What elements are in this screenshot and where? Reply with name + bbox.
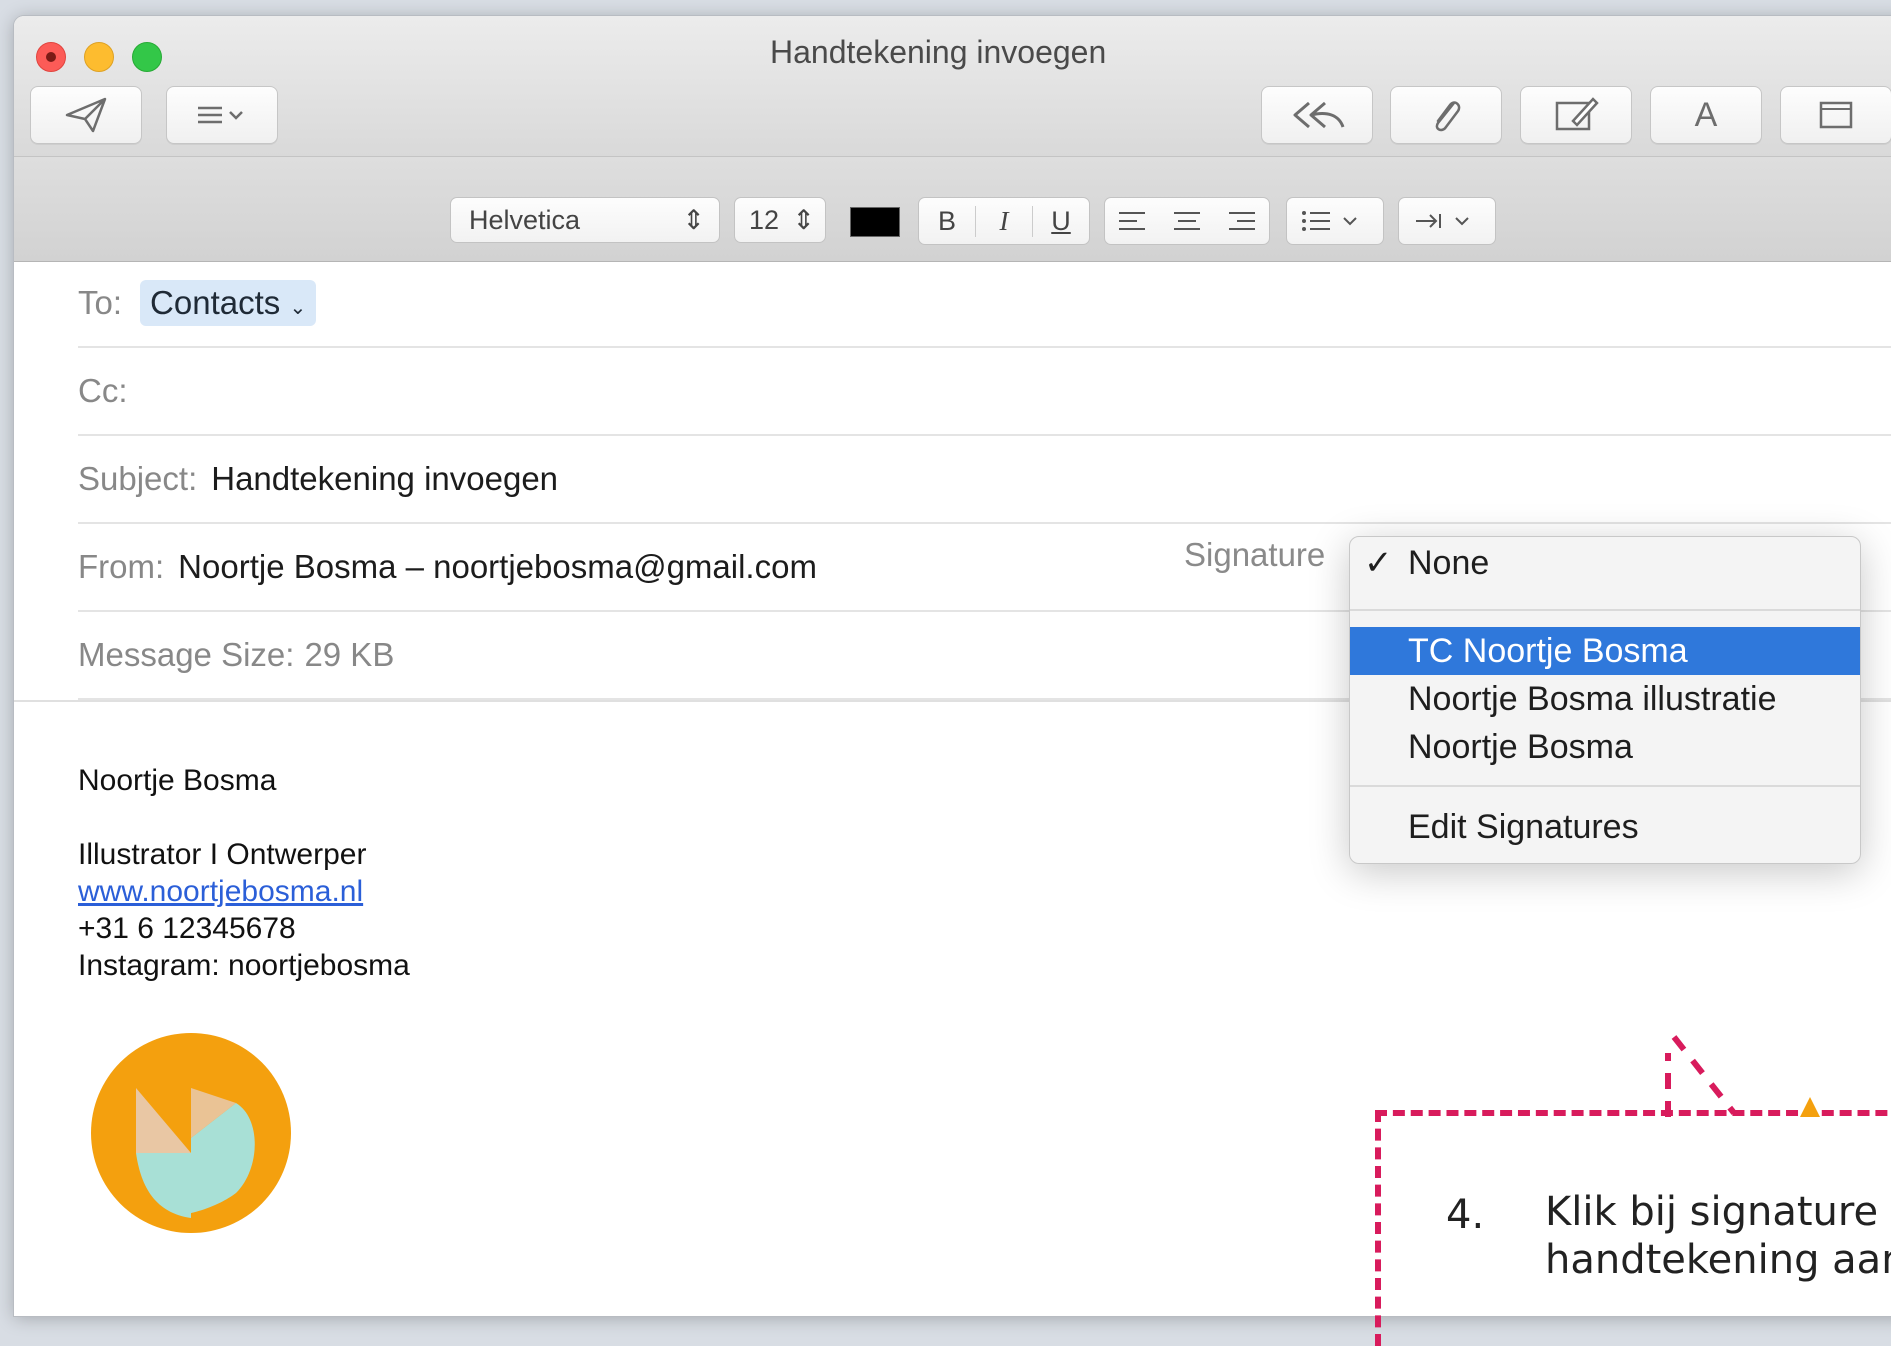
reply-all-button[interactable] — [1261, 86, 1373, 144]
signature-name: Noortje Bosma — [78, 764, 277, 797]
signature-option-label: None — [1408, 544, 1490, 582]
signature-label: Signature — [1184, 536, 1326, 573]
photo-browser-button[interactable] — [1780, 86, 1891, 144]
subject-label: Subject: — [78, 460, 198, 497]
step-number: 4. — [1446, 1192, 1485, 1238]
zoom-window-button[interactable] — [132, 42, 162, 72]
cc-label: Cc: — [78, 372, 128, 409]
menu-separator — [1350, 609, 1860, 611]
list-style-button[interactable] — [1286, 197, 1384, 245]
bulleted-list-chevron-icon — [1302, 211, 1357, 231]
window-title: Handtekening invoegen — [770, 34, 1107, 70]
signature-option-none[interactable]: ✓ None — [1350, 539, 1860, 587]
list-chevron-icon — [198, 106, 243, 124]
markup-button[interactable] — [1520, 86, 1632, 144]
subject-field[interactable]: Subject: Handtekening invoegen — [78, 436, 1891, 524]
alignment-group — [1104, 197, 1270, 245]
font-size-value: 12 — [749, 204, 780, 235]
font-family-select[interactable]: Helvetica ⇕ — [450, 197, 720, 243]
menu-separator — [1350, 785, 1860, 787]
signature-option-label: Edit Signatures — [1408, 808, 1639, 846]
from-value: Noortje Bosma – noortjebosma@gmail.com — [178, 548, 817, 585]
to-field[interactable]: To: Contacts ⌄ — [78, 260, 1891, 348]
cc-field[interactable]: Cc: — [78, 348, 1891, 436]
browser-window-icon — [1819, 101, 1853, 129]
font-size-select[interactable]: 12 ⇕ — [734, 197, 826, 243]
signature-role: Illustrator I Ontwerper — [78, 838, 367, 871]
close-window-button[interactable] — [36, 42, 66, 72]
indent-chevron-icon — [1416, 214, 1469, 228]
message-size-label: Message Size: — [78, 636, 295, 673]
font-letter-icon: A — [1694, 95, 1718, 134]
subject-value: Handtekening invoegen — [211, 460, 559, 497]
align-center-icon[interactable] — [1172, 209, 1202, 233]
markup-icon — [1555, 97, 1599, 131]
from-label: From: — [78, 548, 165, 585]
edit-signatures-option[interactable]: Edit Signatures — [1350, 803, 1860, 851]
message-size-value: 29 KB — [304, 636, 395, 673]
chevron-down-icon: ⌄ — [289, 297, 307, 319]
step-instruction: Klik bij signature o handtekening aan — [1545, 1189, 1891, 1283]
format-fonts-button[interactable]: A — [1650, 86, 1762, 144]
indent-button[interactable] — [1398, 197, 1496, 245]
bold-button[interactable]: B — [919, 206, 975, 237]
signature-option-label: Noortje Bosma — [1408, 728, 1633, 766]
logo-image — [91, 1033, 291, 1233]
signature-option-noortje-bosma[interactable]: Noortje Bosma — [1350, 723, 1860, 771]
title-bar: Handtekening invoegen A — [14, 16, 1891, 156]
italic-button[interactable]: I — [975, 205, 1033, 237]
callout-pointer — [1665, 1035, 1820, 1117]
recipient-name: Contacts — [150, 284, 281, 321]
signature-phone: +31 6 12345678 — [78, 912, 296, 945]
signature-website-link[interactable]: www.noortjebosma.nl — [78, 875, 363, 909]
signature-option-label: Noortje Bosma illustratie — [1408, 680, 1777, 718]
signature-option-illustratie[interactable]: Noortje Bosma illustratie — [1350, 675, 1860, 723]
reply-all-icon — [1293, 101, 1345, 129]
stepper-arrows-icon: ⇕ — [682, 204, 705, 235]
signature-instagram: Instagram: noortjebosma — [78, 949, 410, 982]
close-dot-icon — [46, 52, 56, 62]
signature-option-tc-noortje-bosma[interactable]: TC Noortje Bosma — [1350, 627, 1860, 675]
text-style-group: B I U — [918, 197, 1090, 245]
send-button[interactable] — [30, 86, 142, 144]
text-color-swatch[interactable] — [850, 207, 900, 237]
underline-button[interactable]: U — [1033, 206, 1089, 237]
paperclip-icon — [1435, 101, 1461, 132]
checkmark-icon: ✓ — [1364, 544, 1393, 582]
header-fields-button[interactable] — [166, 86, 278, 144]
format-bar: Helvetica ⇕ 12 ⇕ B I U — [14, 156, 1891, 262]
signature-option-label: TC Noortje Bosma — [1408, 632, 1688, 670]
size-stepper-icon: ⇕ — [792, 204, 815, 235]
align-left-icon[interactable] — [1117, 209, 1147, 233]
to-label: To: — [78, 284, 123, 321]
font-family-value: Helvetica — [469, 204, 581, 235]
signature-menu: ✓ None TC Noortje Bosma Noortje Bosma il… — [1349, 536, 1861, 864]
recipient-token[interactable]: Contacts ⌄ — [140, 280, 317, 326]
send-icon — [65, 97, 107, 133]
attach-button[interactable] — [1390, 86, 1502, 144]
minimize-window-button[interactable] — [84, 42, 114, 72]
align-right-icon[interactable] — [1227, 209, 1257, 233]
